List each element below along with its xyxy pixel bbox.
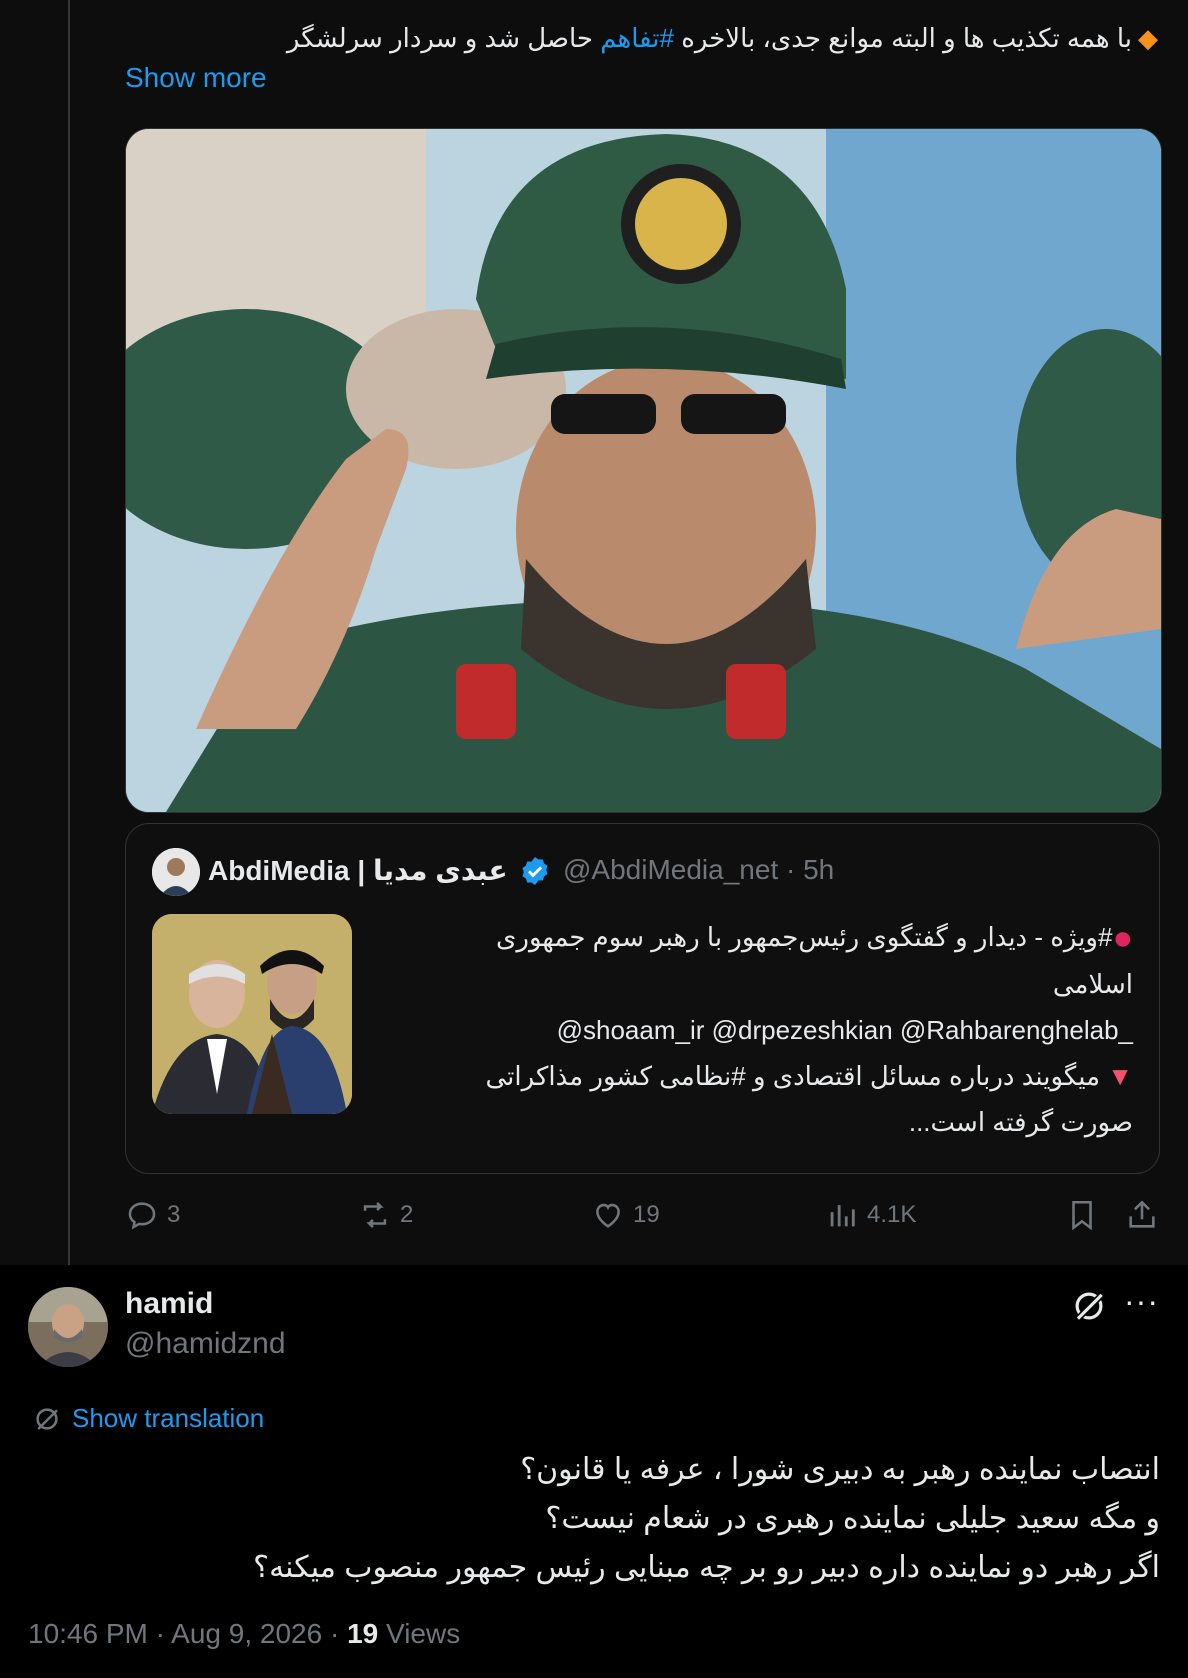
like-count: 19 bbox=[633, 1201, 660, 1228]
quote-thumbnail-image[interactable] bbox=[152, 914, 352, 1114]
saluting-officer-photo bbox=[126, 129, 1161, 812]
text-suffix: حاصل شد و سردار سرلشگر bbox=[286, 23, 593, 53]
quote-line-1-text: #ویژه - دیدار و گفتگوی رئیس‌جمهور با رهب… bbox=[496, 922, 1113, 952]
bookmark-icon bbox=[1072, 1200, 1092, 1231]
embedded-quote-card[interactable]: AbdiMedia | عبدی مدیا @AbdiMedia_net · 5… bbox=[125, 823, 1160, 1174]
verified-badge-icon bbox=[522, 857, 548, 885]
main-line-2: و مگه سعید جلیلی نماینده رهبری در شعام ن… bbox=[545, 1502, 1160, 1535]
thread-connector-line bbox=[68, 0, 70, 1280]
two-men-photo bbox=[152, 914, 352, 1114]
show-translation-label: Show translation bbox=[72, 1403, 265, 1433]
author-handle[interactable]: @hamidznd bbox=[125, 1327, 286, 1361]
tweet-meta: 10:46 PM · Aug 9, 2026 · 19 Views bbox=[28, 1618, 460, 1650]
show-translation-button[interactable]: Show translation bbox=[32, 1403, 264, 1434]
bookmark-button[interactable] bbox=[1065, 1198, 1107, 1232]
reply-icon bbox=[128, 1202, 156, 1230]
quote-line-4: ▼ میگویند درباره مسائل اقتصادی و #نظامی … bbox=[366, 1053, 1133, 1099]
main-tweet-text: انتصاب نماینده رهبر به دبیری شورا ، عرفه… bbox=[40, 1445, 1160, 1592]
translate-icon bbox=[36, 1407, 58, 1430]
reply-button[interactable]: 3 bbox=[125, 1198, 180, 1232]
heart-icon bbox=[596, 1203, 620, 1228]
quote-line-4-text: میگویند درباره مسائل اقتصادی و #نظامی کش… bbox=[485, 1061, 1101, 1091]
analytics-icon bbox=[830, 1205, 855, 1227]
reply-count: 3 bbox=[167, 1201, 181, 1228]
quote-mentions[interactable]: @shoaam_ir @drpezeshkian @Rahbarenghelab… bbox=[366, 1007, 1133, 1053]
author-name[interactable]: hamid bbox=[125, 1287, 213, 1321]
repost-count: 2 bbox=[400, 1201, 414, 1228]
parent-tweet-text: ◆با همه تکذیب ها و البته موانع جدی، بالا… bbox=[125, 18, 1158, 58]
quote-text: ●#ویژه - دیدار و گفتگوی رئیس‌جمهور با ره… bbox=[366, 914, 1133, 1145]
red-circle-icon: ● bbox=[1112, 919, 1133, 957]
share-button[interactable] bbox=[1125, 1198, 1167, 1232]
views-count: 4.1K bbox=[867, 1201, 917, 1228]
tweet-actions-bar: 3 2 19 4.1K bbox=[125, 1198, 1165, 1238]
views-button[interactable]: 4.1K bbox=[825, 1198, 916, 1232]
tweet-media-image[interactable] bbox=[125, 128, 1162, 813]
quote-author-name[interactable]: AbdiMedia | عبدی مدیا bbox=[208, 854, 508, 887]
orange-diamond-icon: ◆ bbox=[1138, 23, 1158, 53]
views-number: 19 bbox=[347, 1618, 379, 1649]
quote-line-1: ●#ویژه - دیدار و گفتگوی رئیس‌جمهور با ره… bbox=[366, 914, 1133, 961]
red-triangle-icon: ▼ bbox=[1107, 1061, 1133, 1091]
main-line-1: انتصاب نماینده رهبر به دبیری شورا ، عرفه… bbox=[520, 1453, 1160, 1486]
like-button[interactable]: 19 bbox=[591, 1198, 660, 1232]
main-line-3: اگر رهبر دو نماینده داره دبیر رو بر چه م… bbox=[253, 1551, 1160, 1584]
views-label: Views bbox=[378, 1618, 461, 1649]
avatar-icon bbox=[152, 848, 200, 896]
parent-tweet[interactable]: ◆با همه تکذیب ها و البته موانع جدی، بالا… bbox=[0, 0, 1188, 1280]
share-icon bbox=[1129, 1200, 1155, 1228]
more-options-icon[interactable]: ··· bbox=[1124, 1283, 1159, 1320]
avatar-icon bbox=[28, 1287, 108, 1367]
main-tweet: hamid @hamidznd ··· Show translation انت… bbox=[0, 1265, 1188, 1678]
quote-line-2: اسلامی bbox=[1052, 969, 1133, 999]
timestamp[interactable]: 10:46 PM · Aug 9, 2026 · bbox=[28, 1618, 347, 1649]
author-avatar[interactable] bbox=[28, 1287, 108, 1367]
show-more-link[interactable]: Show more bbox=[125, 62, 267, 94]
quote-author-avatar[interactable] bbox=[152, 848, 200, 896]
text-prefix: با همه تکذیب ها و البته موانع جدی، بالاخ… bbox=[681, 23, 1132, 53]
grok-icon[interactable] bbox=[1070, 1287, 1108, 1325]
repost-button[interactable]: 2 bbox=[358, 1198, 413, 1232]
quote-author-handle-time[interactable]: @AbdiMedia_net · 5h bbox=[563, 854, 834, 886]
hashtag-link[interactable]: #تفاهم bbox=[600, 23, 674, 53]
repost-icon bbox=[363, 1202, 387, 1228]
quote-line-5: صورت گرفته است... bbox=[908, 1107, 1133, 1137]
